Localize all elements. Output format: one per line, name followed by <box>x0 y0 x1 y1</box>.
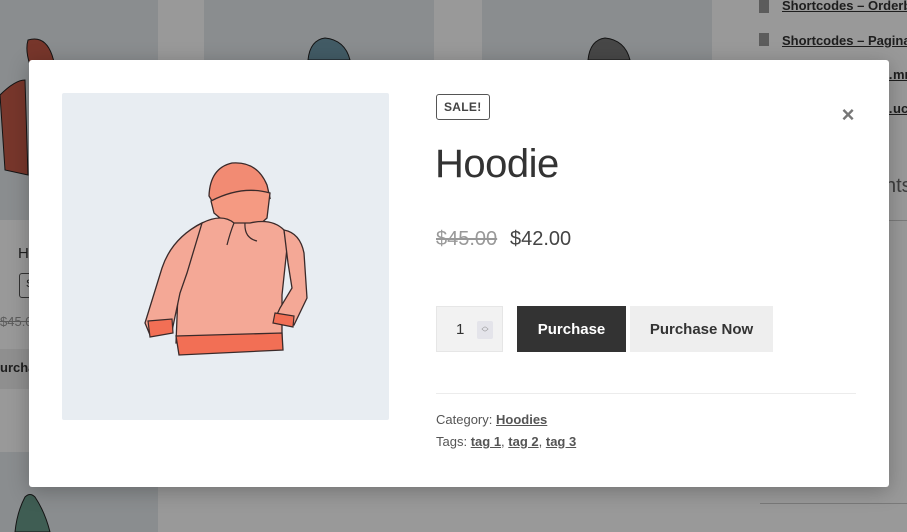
tags-label: Tags: <box>436 434 468 449</box>
tag-link[interactable]: tag 2 <box>508 434 538 449</box>
product-title: Hoodie <box>435 142 559 186</box>
sale-price: $42.00 <box>510 228 572 250</box>
quick-view-modal: SALE! × Hoodie $45.00 $42.00 1 ︿ ﹀ Purch… <box>29 60 889 487</box>
product-image <box>62 93 389 420</box>
tag-link[interactable]: tag 3 <box>546 434 576 449</box>
meta-divider <box>436 393 856 394</box>
quantity-input[interactable]: 1 ︿ ﹀ <box>436 306 503 352</box>
category-link[interactable]: Hoodies <box>496 412 547 427</box>
tag-link[interactable]: tag 1 <box>471 434 501 449</box>
quantity-value[interactable]: 1 <box>456 321 464 338</box>
purchase-button[interactable]: Purchase <box>517 306 626 352</box>
close-icon[interactable]: × <box>837 104 859 126</box>
product-tags: Tags: tag 1, tag 2, tag 3 <box>436 434 577 449</box>
chevron-up-icon[interactable]: ︿ <box>482 323 489 330</box>
category-label: Category: <box>436 412 493 427</box>
quantity-stepper[interactable]: ︿ ﹀ <box>477 321 493 339</box>
chevron-down-icon[interactable]: ﹀ <box>482 330 489 337</box>
product-category: Category: Hoodies <box>436 412 547 427</box>
regular-price: $45.00 <box>436 228 498 250</box>
hoodie-illustration-icon <box>144 162 308 356</box>
sale-badge: SALE! <box>436 94 490 120</box>
purchase-now-button[interactable]: Purchase Now <box>630 306 773 352</box>
